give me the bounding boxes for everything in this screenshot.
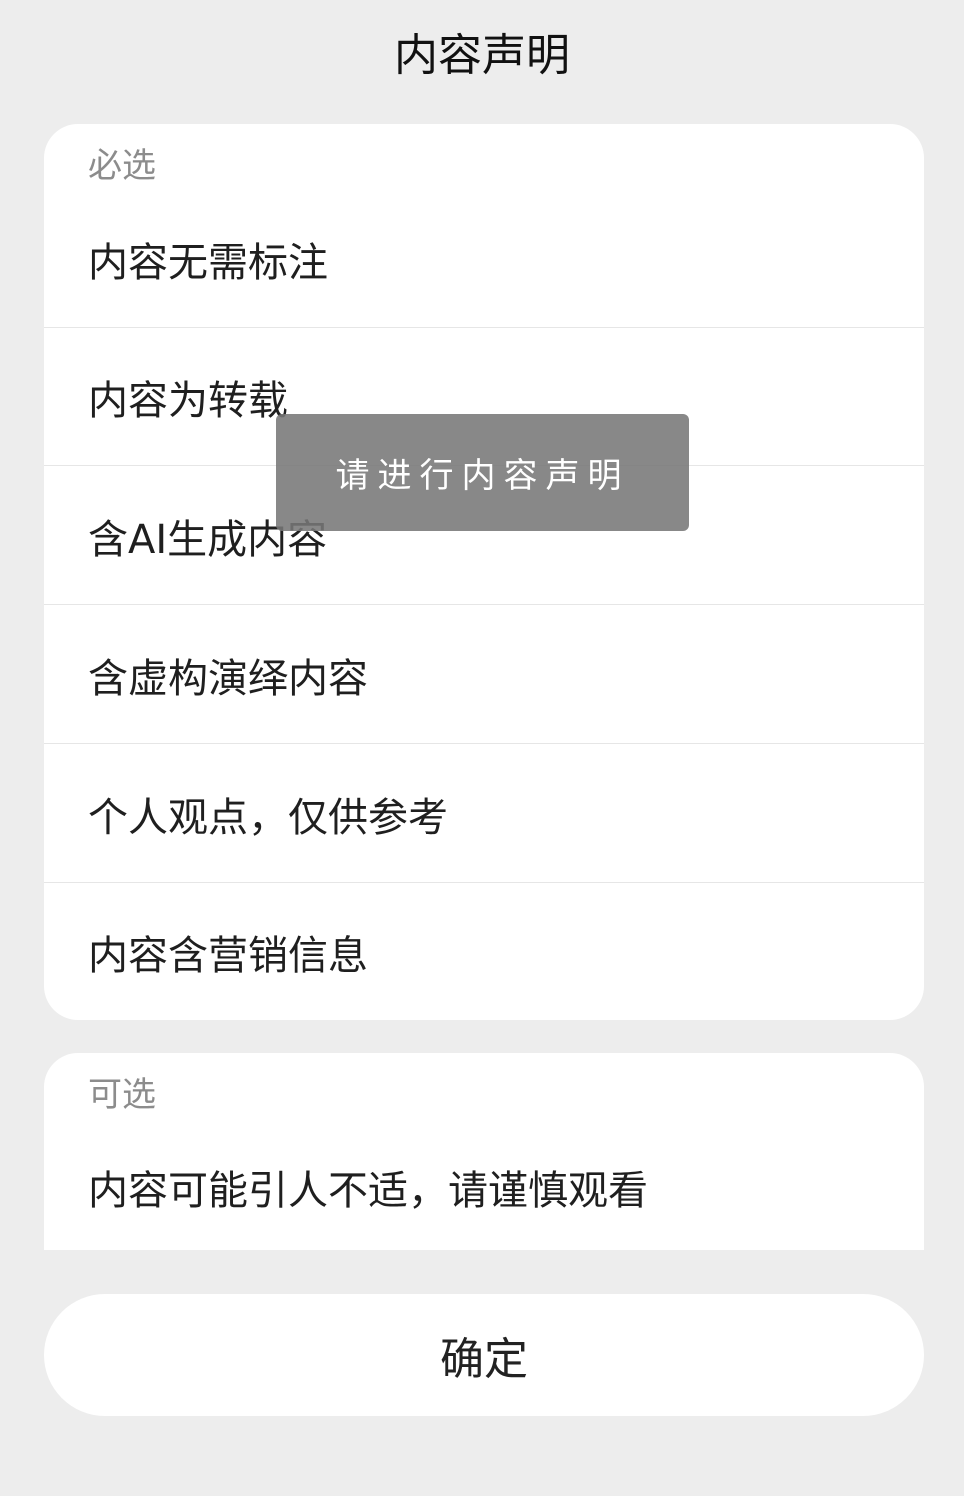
- required-options-card: 必选 内容无需标注 内容为转载 含AI生成内容 含虚构演绎内容 个人观点，仅供参…: [44, 124, 924, 1020]
- toast-text: 请进行内容声明: [335, 456, 630, 496]
- required-section-label: 必选: [88, 146, 156, 186]
- optional-section-label: 可选: [88, 1075, 156, 1115]
- option-marketing-info[interactable]: 内容含营销信息: [44, 883, 924, 1020]
- dialog-title: 内容声明: [394, 30, 570, 81]
- option-label: 含虚构演绎内容: [88, 655, 368, 702]
- option-label: 内容含营销信息: [88, 933, 368, 979]
- option-label: 内容无需标注: [88, 239, 328, 286]
- confirm-button-label: 确定: [440, 1334, 528, 1385]
- option-label: 内容可能引人不适，请谨慎观看: [88, 1168, 648, 1214]
- option-fictional[interactable]: 含虚构演绎内容: [44, 606, 924, 744]
- toast-message: 请进行内容声明: [276, 414, 689, 531]
- optional-options-card: 可选 内容可能引人不适，请谨慎观看: [44, 1053, 924, 1250]
- confirm-button[interactable]: 确定: [44, 1294, 924, 1416]
- option-discomfort-warning[interactable]: 内容可能引人不适，请谨慎观看: [44, 1118, 924, 1250]
- option-label: 个人观点，仅供参考: [88, 794, 448, 841]
- option-personal-opinion[interactable]: 个人观点，仅供参考: [44, 745, 924, 883]
- option-label: 内容为转载: [88, 377, 288, 424]
- option-no-label-needed[interactable]: 内容无需标注: [44, 190, 924, 328]
